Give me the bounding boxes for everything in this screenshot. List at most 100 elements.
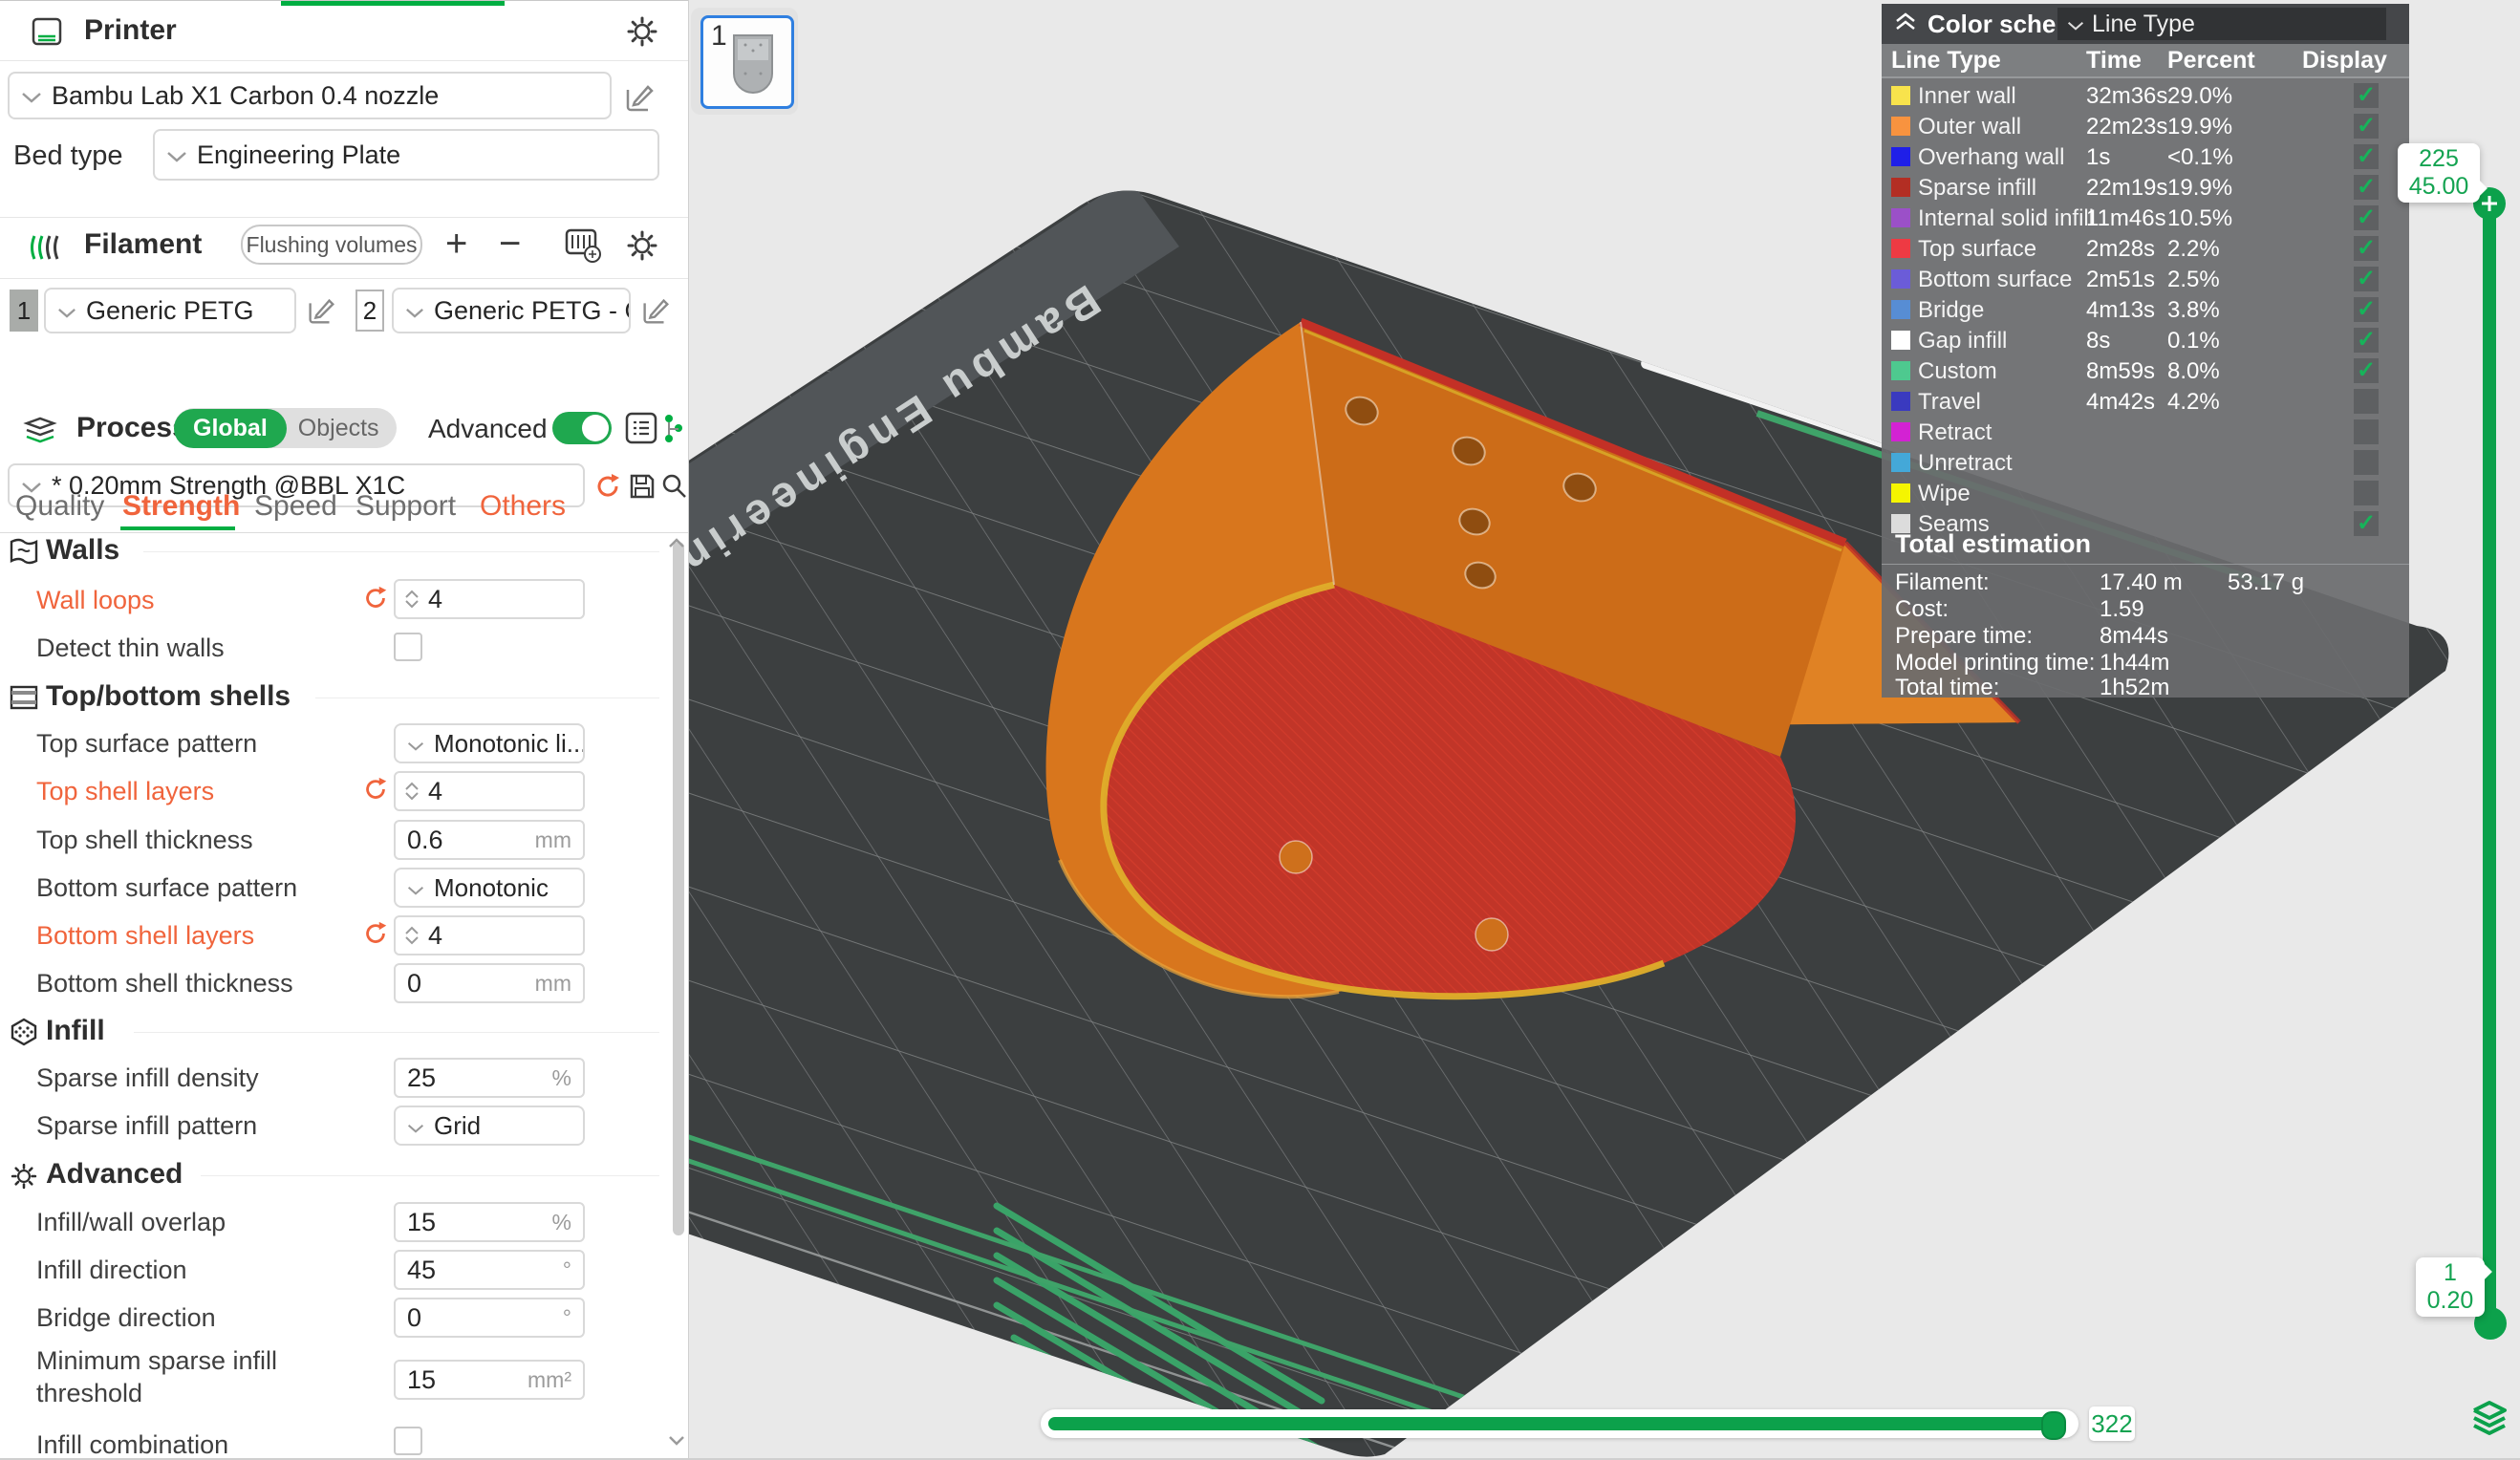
display-checkbox[interactable]: ✓ — [2354, 175, 2379, 200]
spinner-arrows[interactable] — [396, 581, 428, 617]
tab-quality[interactable]: Quality — [15, 490, 104, 523]
layer-slider-track[interactable] — [2483, 204, 2496, 1322]
color-swatch — [1891, 300, 1910, 319]
printer-gear-icon[interactable] — [623, 12, 661, 55]
display-checkbox[interactable]: ✓ — [2354, 267, 2379, 291]
move-slider-handle[interactable] — [2041, 1411, 2066, 1440]
filament-2-select[interactable]: Generic PETG - Ge... — [392, 288, 631, 333]
scope-objects[interactable]: Objects — [287, 409, 397, 448]
wall-loops-input[interactable]: 4 — [394, 579, 585, 619]
legend-header-bar: Color scheme Line Type — [1882, 4, 2409, 44]
display-checkbox[interactable]: ✓ — [2354, 358, 2379, 383]
params-icon[interactable] — [661, 412, 686, 451]
spinner-arrows[interactable] — [396, 917, 428, 954]
display-checkbox[interactable]: ✓ — [2354, 236, 2379, 261]
display-checkbox[interactable]: ✓ — [2354, 297, 2379, 322]
settings-panel: Printer Bambu Lab X1 Carbon 0.4 nozzle B… — [0, 0, 688, 1459]
display-checkbox[interactable] — [2354, 481, 2379, 505]
advanced-toggle[interactable] — [552, 412, 612, 444]
printer-title: Printer — [84, 14, 177, 47]
move-slider[interactable] — [1041, 1409, 2078, 1438]
legend-row: Travel4m42s4.2% — [1882, 388, 2409, 417]
top-shell-thickness-value: 0.6 — [407, 826, 443, 855]
filament-1-value: Generic PETG — [86, 296, 254, 326]
reset-icon[interactable] — [361, 584, 390, 617]
scroll-up-icon[interactable] — [667, 536, 686, 554]
reset-icon[interactable] — [361, 919, 390, 953]
display-checkbox[interactable]: ✓ — [2354, 328, 2379, 353]
legend-row: Overhang wall1s<0.1%✓ — [1882, 143, 2409, 172]
tab-support[interactable]: Support — [355, 490, 456, 523]
process-scope-toggle[interactable]: Global Objects — [174, 408, 397, 448]
bottom-surface-pattern-label: Bottom surface pattern — [36, 873, 297, 903]
bottom-shell-layers-value: 4 — [428, 921, 442, 951]
display-checkbox[interactable] — [2354, 419, 2379, 444]
display-checkbox[interactable]: ✓ — [2354, 511, 2379, 536]
bridge-direction-value: 0 — [407, 1303, 421, 1333]
display-checkbox[interactable]: ✓ — [2354, 205, 2379, 230]
plate-thumbnail[interactable]: 1 — [700, 15, 794, 109]
sparse-infill-pattern-label: Sparse infill pattern — [36, 1111, 257, 1141]
display-checkbox[interactable]: ✓ — [2354, 83, 2379, 108]
filament-1-edit-icon[interactable] — [304, 293, 338, 333]
top-shell-layers-input[interactable]: 4 — [394, 771, 585, 811]
ams-icon[interactable] — [564, 226, 604, 269]
min-sparse-threshold-input[interactable]: 15 mm² — [394, 1360, 585, 1400]
infill-combination-checkbox[interactable] — [394, 1427, 422, 1455]
filament-title: Filament — [84, 228, 202, 261]
shells-header[interactable]: Top/bottom shells — [0, 680, 669, 715]
filament-gear-icon[interactable] — [623, 226, 661, 269]
color-scheme-dropdown[interactable]: Line Type — [2057, 8, 2386, 40]
chevron-down-icon — [166, 140, 187, 170]
tab-strength[interactable]: Strength — [122, 490, 240, 523]
display-checkbox[interactable]: ✓ — [2354, 144, 2379, 169]
bottom-shell-thickness-input[interactable]: 0 mm — [394, 963, 585, 1003]
filament-1-badge[interactable]: 1 — [10, 290, 38, 332]
top-shell-thickness-input[interactable]: 0.6 mm — [394, 820, 585, 860]
bed-type-select[interactable]: Engineering Plate — [153, 129, 659, 181]
infill-header[interactable]: Infill — [0, 1015, 669, 1049]
advanced-header[interactable]: Advanced — [0, 1158, 669, 1192]
top-surface-pattern-select[interactable]: Monotonic li... — [394, 723, 585, 763]
infill-title: Infill — [46, 1015, 105, 1047]
list-icon[interactable] — [623, 410, 659, 451]
add-filament-button[interactable]: + — [445, 223, 467, 266]
color-swatch — [1891, 86, 1910, 105]
spinner-arrows[interactable] — [396, 773, 428, 809]
sparse-infill-density-input[interactable]: 25 % — [394, 1058, 585, 1098]
panel-scrollbar[interactable] — [673, 542, 684, 1235]
collapse-icon[interactable] — [1893, 11, 1918, 38]
flushing-volumes-button[interactable]: Flushing volumes — [241, 225, 422, 265]
bottom-surface-pattern-select[interactable]: Monotonic — [394, 868, 585, 908]
display-checkbox[interactable]: ✓ — [2354, 114, 2379, 139]
total-row: Model printing time:1h44m — [1895, 650, 2402, 676]
legend-row: Retract — [1882, 419, 2409, 447]
layers-stack-icon[interactable] — [2468, 1397, 2510, 1442]
filament-2-badge[interactable]: 2 — [355, 290, 384, 332]
printer-edit-icon[interactable] — [621, 79, 657, 120]
sparse-infill-pattern-select[interactable]: Grid — [394, 1106, 585, 1146]
infill-direction-input[interactable]: 45 ° — [394, 1250, 585, 1290]
remove-filament-button[interactable]: − — [499, 223, 521, 266]
walls-icon — [8, 536, 40, 571]
tab-active-underline — [120, 526, 235, 530]
filament-1-select[interactable]: Generic PETG — [44, 288, 296, 333]
bridge-direction-input[interactable]: 0 ° — [394, 1298, 585, 1338]
infill-wall-overlap-input[interactable]: 15 % — [394, 1202, 585, 1242]
color-swatch — [1891, 178, 1910, 197]
walls-header[interactable]: Walls — [0, 534, 669, 569]
reset-icon[interactable] — [361, 775, 390, 808]
process-icon — [21, 414, 59, 453]
scroll-down-icon[interactable] — [667, 1434, 686, 1452]
tab-speed[interactable]: Speed — [254, 490, 337, 523]
viewport-3d[interactable]: Bambu Engineering — [688, 0, 2520, 1458]
detect-thin-walls-checkbox[interactable] — [394, 633, 422, 661]
top-tab-indicator — [281, 1, 505, 6]
printer-preset-select[interactable]: Bambu Lab X1 Carbon 0.4 nozzle — [8, 72, 612, 119]
tab-others[interactable]: Others — [480, 490, 566, 523]
scope-global[interactable]: Global — [174, 409, 287, 448]
display-checkbox[interactable] — [2354, 389, 2379, 414]
bottom-shell-layers-input[interactable]: 4 — [394, 915, 585, 955]
display-checkbox[interactable] — [2354, 450, 2379, 475]
filament-2-edit-icon[interactable] — [638, 293, 673, 333]
